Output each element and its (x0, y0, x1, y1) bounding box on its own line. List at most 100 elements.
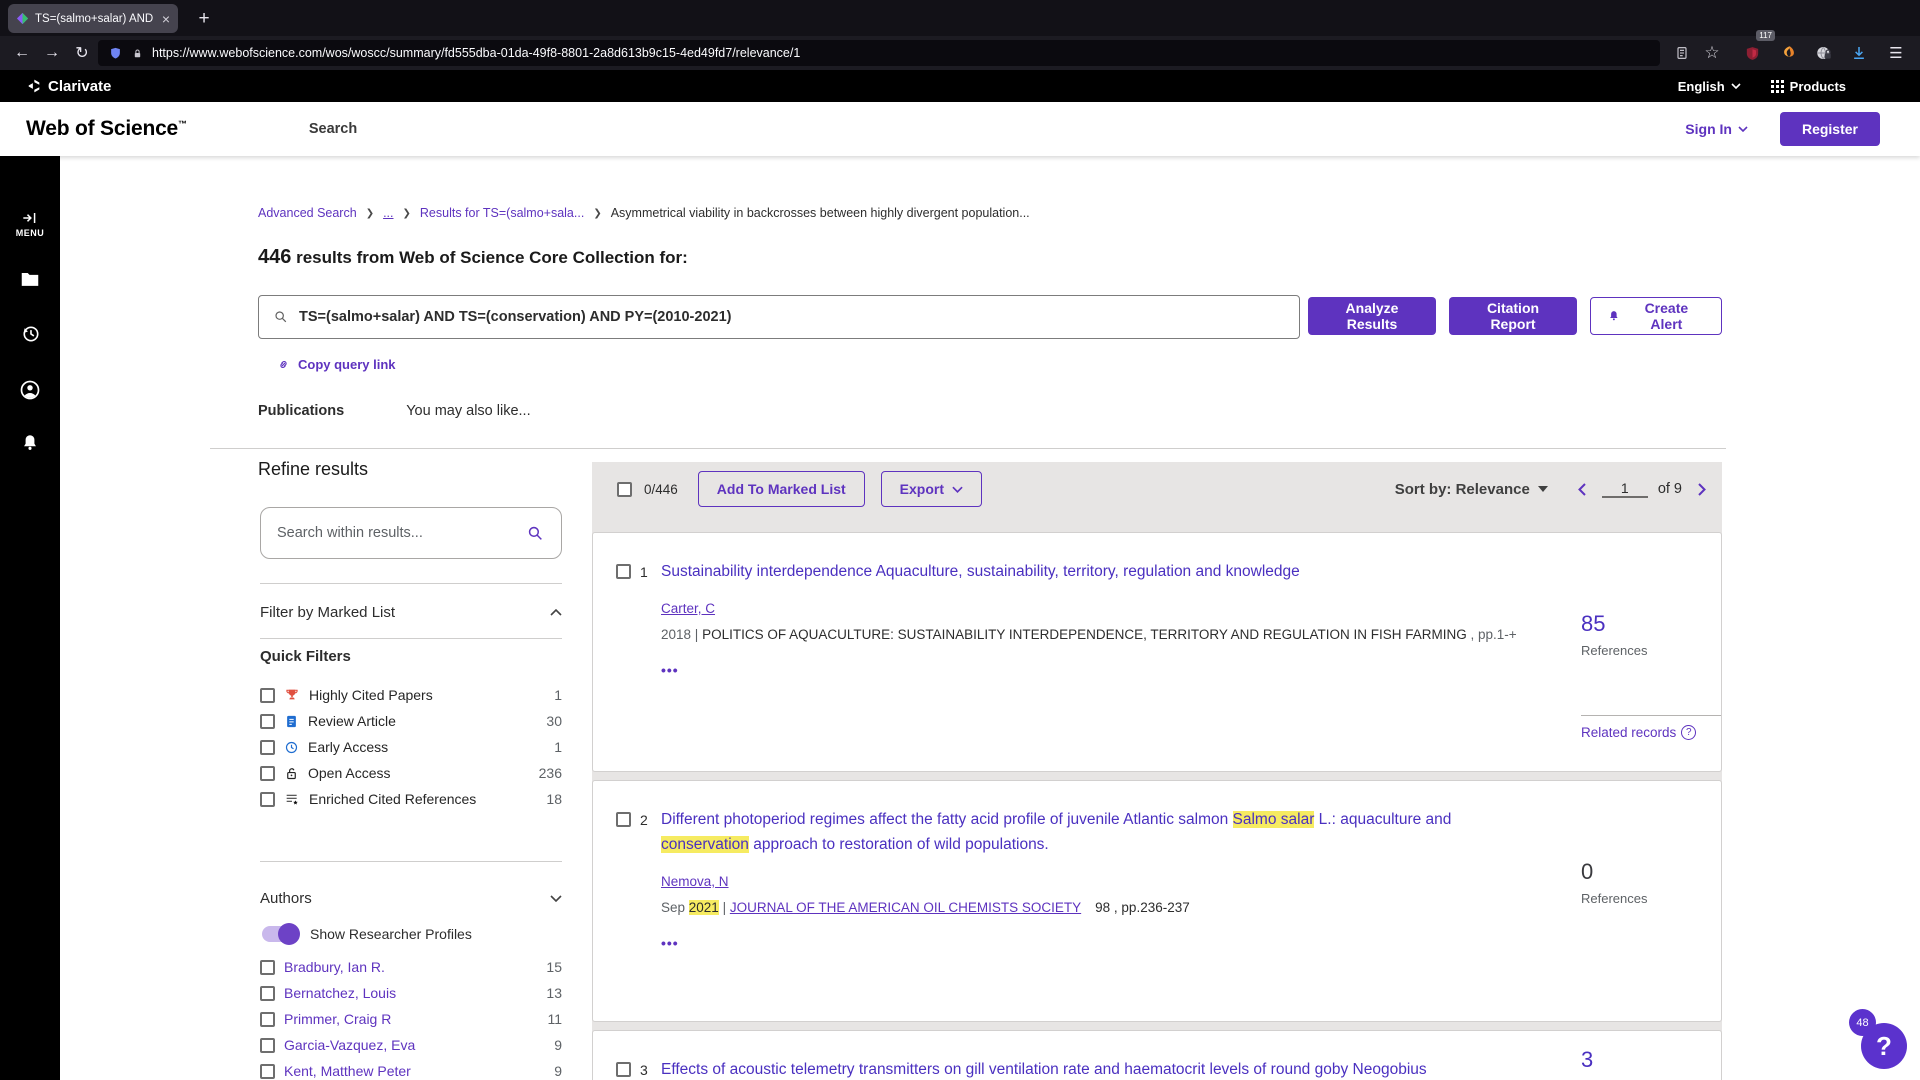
search-icon[interactable] (526, 524, 545, 543)
authors-section[interactable]: Authors (260, 882, 562, 914)
filter-label[interactable]: Review Article (308, 713, 537, 729)
notifications-bell-icon[interactable] (0, 432, 60, 454)
references-count[interactable]: 0 (1581, 859, 1721, 885)
result-title-link[interactable]: Effects of acoustic telemetry transmitte… (661, 1057, 1561, 1080)
wos-logo[interactable]: Web of Science™ (26, 117, 187, 141)
author-link[interactable]: Garcia-Vazquez, Eva (284, 1037, 545, 1053)
clarivate-logo[interactable]: Clarivate (26, 78, 111, 95)
query-input[interactable]: TS=(salmo+salar) AND TS=(conservation) A… (258, 295, 1300, 339)
author-link[interactable]: Bradbury, Ian R. (284, 959, 537, 975)
copy-query-link[interactable]: Copy query link (276, 357, 396, 372)
products-menu[interactable]: Products (1770, 79, 1846, 94)
filter-label[interactable]: Open Access (308, 765, 530, 781)
search-within-results[interactable] (260, 507, 562, 559)
author-checkbox[interactable] (260, 1037, 275, 1053)
url-input[interactable]: https://www.webofscience.com/wos/woscc/s… (152, 46, 800, 60)
privacy-extension-icon[interactable] (1810, 36, 1838, 70)
author-link[interactable]: Kent, Matthew Peter (284, 1063, 545, 1079)
reader-view-icon[interactable] (1668, 36, 1696, 70)
search-within-input[interactable] (277, 525, 518, 541)
bookmark-star-icon[interactable]: ☆ (1698, 36, 1726, 70)
references-count[interactable]: 85 (1581, 611, 1721, 637)
download-icon[interactable] (1845, 36, 1873, 70)
filter-checkbox[interactable] (260, 739, 275, 755)
filter-label[interactable]: Enriched Cited References (309, 791, 537, 807)
new-tab-button[interactable]: + (190, 4, 218, 33)
forward-button[interactable]: → (38, 36, 66, 70)
tab-close-icon[interactable]: × (162, 11, 170, 27)
analyze-results-button[interactable]: Analyze Results (1308, 297, 1436, 335)
author-link[interactable]: Bernatchez, Louis (284, 985, 537, 1001)
filter-checkbox[interactable] (260, 687, 275, 703)
filter-label[interactable]: Highly Cited Papers (309, 687, 545, 703)
result-checkbox[interactable] (616, 812, 631, 827)
tabs-divider (210, 448, 1726, 449)
filter-label[interactable]: Early Access (308, 739, 545, 755)
wos-header: Web of Science™ Search Sign In Register (0, 102, 1920, 156)
lock-icon[interactable] (131, 47, 144, 60)
page-number-input[interactable] (1601, 480, 1648, 498)
tab-publications[interactable]: Publications (258, 403, 344, 419)
filter-checkbox[interactable] (260, 765, 275, 781)
create-alert-button[interactable]: Create Alert (1590, 297, 1722, 335)
main-content: Advanced Search ❯ ... ❯ Results for TS=(… (60, 156, 1920, 1080)
menu-hamburger-icon[interactable]: ☰ (1882, 36, 1910, 70)
url-bar[interactable]: https://www.webofscience.com/wos/woscc/s… (98, 40, 1660, 66)
sort-dropdown[interactable]: Sort by: Relevance (1395, 481, 1548, 498)
previous-page-button[interactable] (1577, 482, 1586, 496)
menu-label: MENU (15, 228, 45, 238)
author-checkbox[interactable] (260, 985, 275, 1001)
author-checkbox[interactable] (260, 959, 275, 975)
results-list: 1 Sustainability interdependence Aquacul… (592, 532, 1722, 1080)
export-button[interactable]: Export (880, 471, 982, 507)
add-to-marked-list-button[interactable]: Add To Marked List (697, 471, 865, 507)
selected-count: 0/446 (644, 481, 678, 497)
sign-in-button[interactable]: Sign In (1685, 121, 1748, 137)
show-profiles-label: Show Researcher Profiles (310, 926, 472, 942)
result-number: 1 (640, 564, 648, 580)
more-options-button[interactable]: ••• (661, 662, 1561, 678)
register-button[interactable]: Register (1779, 112, 1880, 146)
next-page-button[interactable] (1698, 482, 1706, 496)
document-icon (284, 714, 299, 729)
references-count[interactable]: 3 (1581, 1047, 1721, 1073)
filter-checkbox[interactable] (260, 713, 275, 729)
related-records[interactable]: Related records ? (1581, 715, 1721, 740)
results-count-heading: 446 results from Web of Science Core Col… (258, 246, 688, 268)
result-author-link[interactable]: Carter, C (661, 601, 715, 616)
more-options-button[interactable]: ••• (661, 935, 1561, 951)
result-author-link[interactable]: Nemova, N (661, 874, 729, 889)
browser-tab[interactable]: TS=(salmo+salar) AND TS=(con × (8, 4, 178, 33)
expand-menu-icon[interactable] (0, 208, 60, 228)
tracking-shield-icon[interactable] (108, 46, 123, 61)
related-records-link[interactable]: Related records (1581, 725, 1676, 740)
adblock-extension-icon[interactable]: 117 (1738, 30, 1775, 70)
marked-list-folder-icon[interactable] (0, 268, 60, 290)
select-all-checkbox[interactable] (617, 481, 632, 497)
nav-search[interactable]: Search (309, 121, 357, 137)
filter-by-marked-list-section[interactable]: Filter by Marked List (260, 596, 562, 628)
citation-report-button[interactable]: Citation Report (1449, 297, 1577, 335)
result-checkbox[interactable] (616, 1062, 631, 1077)
result-checkbox[interactable] (616, 564, 631, 579)
breadcrumb-results[interactable]: Results for TS=(salmo+sala... (420, 206, 584, 220)
account-icon[interactable] (0, 378, 60, 402)
wos-favicon-icon (16, 12, 29, 25)
show-profiles-toggle[interactable] (262, 923, 300, 945)
back-button[interactable]: ← (8, 36, 36, 70)
reload-button[interactable]: ↻ (68, 36, 96, 70)
result-title-link[interactable]: Sustainability interdependence Aquacultu… (661, 559, 1561, 584)
author-checkbox[interactable] (260, 1011, 275, 1027)
extension-2-icon[interactable] (1775, 36, 1803, 70)
author-link[interactable]: Primmer, Craig R (284, 1011, 538, 1027)
language-selector[interactable]: English (1678, 79, 1741, 94)
tab-you-may-also-like[interactable]: You may also like... (406, 403, 530, 419)
history-icon[interactable] (0, 322, 60, 345)
author-checkbox[interactable] (260, 1063, 275, 1079)
references-block: 85 References (1581, 611, 1721, 658)
result-title-link[interactable]: Different photoperiod regimes affect the… (661, 807, 1561, 857)
notification-count-badge[interactable]: 48 (1849, 1009, 1876, 1036)
breadcrumb-advanced-search[interactable]: Advanced Search (258, 206, 357, 220)
filter-checkbox[interactable] (260, 791, 275, 807)
breadcrumb-ellipsis[interactable]: ... (383, 206, 393, 220)
